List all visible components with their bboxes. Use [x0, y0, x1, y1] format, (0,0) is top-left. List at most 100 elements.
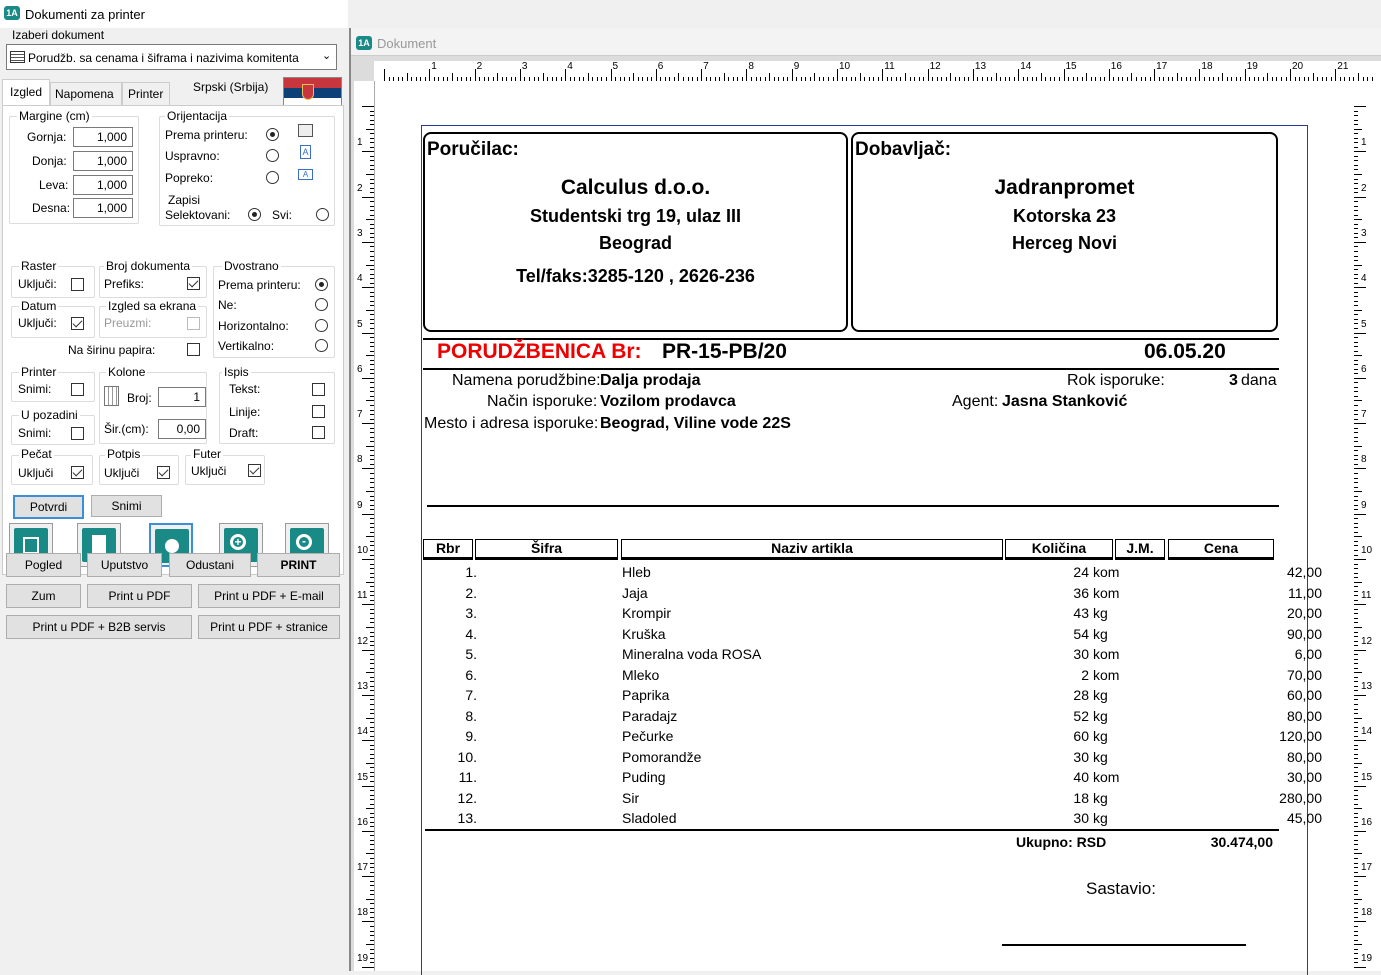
print-pdf-email-button[interactable]: Print u PDF + E-mail [198, 584, 340, 608]
kolone-sir-input[interactable]: 0,00 [158, 419, 206, 439]
cell-rbr: 3. [465, 605, 477, 621]
potpis-label: Uključi [104, 466, 140, 480]
margin-left-input[interactable]: 1,000 [73, 175, 133, 195]
dvostrano-vertical-label: Vertikalno: [218, 339, 275, 353]
supplier-address: Kotorska 23 [1012, 206, 1117, 226]
cell-kolicina: 30 [1073, 810, 1089, 826]
dvostrano-horizontal-radio[interactable] [315, 319, 328, 332]
cell-naziv: Hleb [622, 564, 651, 580]
table-row: 3. Krompir 43 kg 20,00 [423, 605, 1322, 625]
tab-izgled[interactable]: Izgled [2, 79, 50, 105]
pecat-checkbox[interactable] [71, 466, 84, 479]
ruler-label: 2 [476, 61, 483, 72]
ruler-label: 20 [1292, 61, 1304, 72]
dvostrano-vertical-radio[interactable] [315, 339, 328, 352]
cell-rbr: 7. [465, 687, 477, 703]
zapisi-selected-radio[interactable] [248, 208, 261, 221]
cell-kolicina: 52 [1073, 707, 1089, 724]
margin-bottom-input[interactable]: 1,000 [73, 151, 133, 171]
print-pdf-pages-button[interactable]: Print u PDF + stranice [198, 615, 340, 639]
ispis-linije-checkbox[interactable] [312, 405, 325, 418]
snimi-button[interactable]: Snimi [91, 495, 162, 517]
prefix-checkbox[interactable] [187, 277, 200, 290]
sirina-checkbox[interactable] [187, 343, 200, 356]
dvostrano-printer-radio[interactable] [315, 278, 328, 291]
cell-jm: kom [1093, 769, 1120, 785]
zapisi-selected-label: Selektovani: [165, 208, 231, 222]
ruler-label: 1 [1361, 137, 1367, 149]
ruler-label: 1 [431, 61, 437, 72]
language-label: Srpski (Srbija) [193, 80, 269, 94]
orient-printer-radio[interactable] [266, 128, 279, 141]
buyer-name: Calculus d.o.o. [560, 176, 711, 199]
futer-checkbox[interactable] [248, 464, 261, 477]
table-row: 7. Paprika 28 kg 60,00 [423, 687, 1322, 707]
preview-window: 1A Dokument 1 2 3 4 5 6 7 8 9 10 11 12 13 14 15 16 17 18 1… [349, 28, 1381, 975]
ruler-label: 13 [357, 680, 369, 692]
preview-app-icon: 1A [356, 36, 372, 50]
document-select[interactable]: Porudžb. sa cenama i šiframa i nazivima … [6, 44, 337, 70]
ruler-label: 2 [1361, 182, 1367, 194]
raster-checkbox[interactable] [71, 278, 84, 291]
zapisi-all-radio[interactable] [316, 208, 329, 221]
uputstvo-button[interactable]: Uputstvo [87, 553, 162, 577]
orient-printer-label: Prema printeru: [165, 128, 248, 142]
cell-cena: 42,00 [1286, 564, 1322, 580]
ruler-label: 10 [1361, 545, 1373, 556]
namena-value: Dalja prodaja [600, 372, 701, 389]
printer-snimi-checkbox[interactable] [71, 383, 84, 396]
dvostrano-ne-radio[interactable] [315, 298, 328, 311]
separator-line [427, 505, 1279, 507]
ruler-label: 9 [1361, 499, 1367, 511]
ruler-label: 19 [357, 952, 369, 964]
margin-right-input[interactable]: 1,000 [73, 198, 133, 218]
total-value: 30.474,00 [1210, 834, 1273, 850]
tab-label: Napomena [55, 87, 114, 101]
cell-rbr: 13. [457, 810, 477, 826]
print-pdf-button[interactable]: Print u PDF [87, 584, 192, 608]
supplier-name: Jadranpromet [994, 176, 1135, 199]
margin-top-label: Gornja: [27, 130, 67, 144]
dvostrano-title: Dvostrano [222, 259, 281, 273]
tab-napomena[interactable]: Napomena [50, 82, 122, 105]
ruler-label: 14 [357, 726, 369, 738]
printer-icon [298, 124, 313, 137]
cell-rbr: 9. [465, 728, 477, 744]
cell-jm: kg [1093, 810, 1108, 826]
ispis-draft-checkbox[interactable] [312, 426, 325, 439]
print-pdf-b2b-button[interactable]: Print u PDF + B2B servis [6, 615, 192, 639]
cell-naziv: Mleko [622, 666, 660, 683]
ispis-tekst-checkbox[interactable] [312, 383, 325, 396]
ispis-linije-label: Linije: [229, 405, 261, 419]
pozadina-snimi-label: Snimi: [18, 426, 52, 440]
chevron-down-icon[interactable]: ⌄ [322, 49, 331, 62]
columns-icon [104, 386, 119, 406]
potpis-checkbox[interactable] [157, 466, 170, 479]
pecat-title: Pečat [19, 447, 54, 461]
kolone-sir-label: Šir.(cm): [104, 422, 149, 436]
preuzmi-checkbox[interactable] [187, 317, 200, 330]
broj-label: Prefiks: [104, 277, 145, 291]
tab-label: Printer [128, 87, 164, 101]
cell-kolicina: 2 [1081, 666, 1089, 683]
datum-checkbox[interactable] [71, 317, 84, 330]
kolone-broj-input[interactable]: 1 [158, 387, 206, 407]
cell-rbr: 11. [458, 769, 477, 785]
cell-naziv: Puding [622, 769, 666, 785]
odustani-button[interactable]: Odustani [169, 553, 251, 577]
orient-landscape-radio[interactable] [266, 171, 279, 184]
broj-title: Broj dokumenta [104, 259, 193, 273]
pogled-button[interactable]: Pogled [6, 553, 81, 577]
ruler-label: 5 [357, 318, 363, 330]
zum-button[interactable]: Zum [6, 584, 81, 608]
pozadina-snimi-checkbox[interactable] [71, 427, 84, 440]
ruler-label: 18 [357, 907, 369, 919]
margin-top-input[interactable]: 1,000 [73, 127, 133, 147]
tab-printer[interactable]: Printer [122, 82, 170, 105]
orient-portrait-radio[interactable] [266, 149, 279, 162]
print-button[interactable]: PRINT [257, 553, 340, 577]
cell-naziv: Sladoled [622, 810, 677, 826]
cell-naziv: Pomorandže [622, 748, 702, 765]
potvrdi-button[interactable]: Potvrdi [13, 495, 84, 519]
total-label: Ukupno: RSD [1016, 834, 1107, 850]
